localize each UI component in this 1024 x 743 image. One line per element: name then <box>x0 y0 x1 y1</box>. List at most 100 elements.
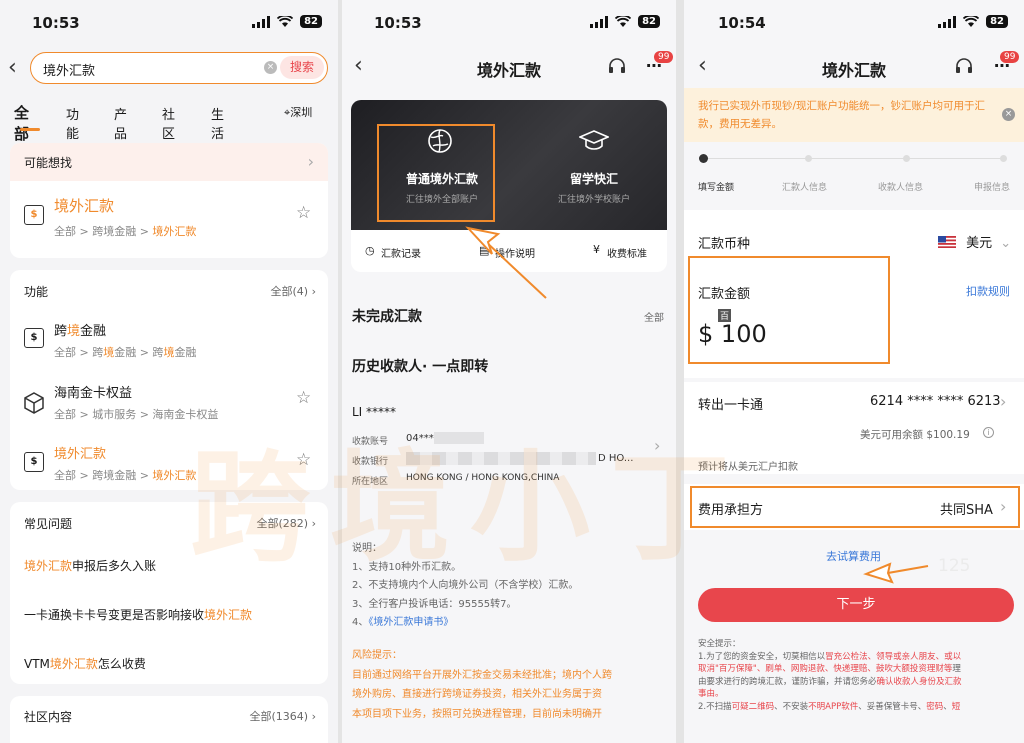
step-label: 汇款人信息 <box>782 183 828 193</box>
pending-all-link[interactable]: 全部 <box>644 309 664 324</box>
chevron-right-icon: › <box>654 436 661 455</box>
remittance-records-link[interactable]: 汇款记录 <box>381 245 421 260</box>
faq-all-link[interactable]: 全部(282) › <box>257 515 317 531</box>
step-dot <box>1000 155 1007 162</box>
pending-title: 未完成汇款 <box>352 309 422 325</box>
step-line <box>704 158 1004 159</box>
function-item-path: 全部 > 跨境金融 > 境外汇款 <box>54 469 197 482</box>
account-value[interactable]: 6214 **** **** 6213 <box>870 394 1001 409</box>
highlight-box <box>688 256 890 364</box>
next-button[interactable]: 下一步 <box>698 588 1014 622</box>
battery-indicator: 82 <box>300 15 322 28</box>
maybe-item-path: 全部 > 跨境金融 > 境外汇款 <box>54 225 197 238</box>
community-all-link[interactable]: 全部(1364) › <box>250 708 316 724</box>
headset-icon[interactable] <box>955 58 973 75</box>
study-remittance-title[interactable]: 留学快汇 <box>549 170 639 187</box>
acct-value: 04*** <box>406 433 434 444</box>
search-bar[interactable]: 境外汇款 × 搜索 <box>30 52 328 84</box>
progress-steps: 填写金额 汇款人信息 收款人信息 申报信息 <box>684 150 1024 200</box>
function-item-name[interactable]: 海南金卡权益 <box>54 382 132 401</box>
fee-bearer-row[interactable]: 费用承担方 共同SHA › <box>684 484 1024 530</box>
tab-life[interactable]: 生活 <box>211 104 224 142</box>
safety-line: 取消"百万保障"、刷单、网购退款、快递理赔、鼓吹大额投资理财等理 <box>698 664 961 674</box>
payee-card[interactable]: LI ***** 收款账号 04*** 收款银行 D HO... 所在地区 HO… <box>352 396 668 496</box>
safety-line: 由要求进行的跨境汇款，谨防诈骗，并请您务必确认收款人身份及汇款 <box>698 676 962 687</box>
notes-line: 3、全行客户投诉电话：95555转7。 <box>352 598 517 610</box>
risk-line: 境外购房、直接进行跨境证券投资，相关外汇业务属于资 <box>352 689 602 700</box>
tab-product[interactable]: 产品 <box>114 104 127 142</box>
wifi-icon <box>615 15 632 27</box>
function-item-name[interactable]: 跨境金融 <box>54 320 106 339</box>
clear-icon[interactable]: × <box>264 61 277 74</box>
signal-icon <box>590 15 609 28</box>
location-selector[interactable]: ⌖深圳 <box>284 104 312 120</box>
redacted-block <box>406 452 596 465</box>
step-label: 申报信息 <box>974 183 1011 193</box>
headset-icon[interactable] <box>608 58 626 75</box>
wifi-icon <box>277 15 294 27</box>
safety-tips: 安全提示： 1.为了您的资金安全，切莫相信以冒充公检法、领导或亲人朋友、或以 取… <box>698 638 1018 713</box>
faq-item[interactable]: 一卡通换卡卡号变更是否影响接收境外汇款 <box>24 606 252 623</box>
redacted-block <box>434 432 484 444</box>
risk-warning: 风险提示： 目前通过网络平台开展外汇按金交易未经批准；境内个人跨 境外购房、直接… <box>352 646 612 724</box>
region-label: 所在地区 <box>352 477 389 487</box>
panel-divider <box>676 0 684 743</box>
risk-line: 目前通过网络平台开展外汇按金交易未经批准；境内个人跨 <box>352 669 612 681</box>
status-bar: 10:53 82 <box>0 14 338 36</box>
deduct-note: 预计将从美元汇户扣款 <box>698 462 798 473</box>
safety-line: 1.为了您的资金安全，切莫相信以冒充公检法、领导或亲人朋友、或以 <box>698 651 962 662</box>
fee-standard-link[interactable]: 收费标准 <box>607 245 647 260</box>
study-remittance-sub: 汇往境外学校账户 <box>557 195 630 205</box>
deduction-rule-link[interactable]: 扣款规则 <box>966 283 1010 299</box>
close-icon[interactable]: × <box>1002 108 1015 121</box>
search-button[interactable]: 搜索 <box>280 56 324 79</box>
risk-line: 本项目项下业务，按照可兑换进程管理，目前尚未明确开 <box>352 708 602 720</box>
status-bar: 10:53 82 <box>342 14 676 36</box>
step-dot-active <box>699 154 708 163</box>
functions-card: 功能 全部(4) › $ 跨境金融 全部 > 跨境金融 > 跨境金融 海南金卡权… <box>10 270 328 490</box>
tab-function[interactable]: 功能 <box>66 104 79 142</box>
info-icon[interactable]: i <box>983 427 994 438</box>
application-form-link[interactable]: 《境外汇款申请书》 <box>368 617 453 628</box>
tab-all[interactable]: 全部 <box>14 102 29 144</box>
remittance-icon: $ <box>24 452 44 472</box>
currency-value: 美元 <box>966 236 993 251</box>
notification-badge: 99 <box>1000 51 1020 63</box>
community-card: 社区内容 全部(1364) › <box>10 696 328 743</box>
acct-label: 收款账号 <box>352 437 389 447</box>
function-item-path: 全部 > 城市服务 > 海南金卡权益 <box>54 408 219 421</box>
us-flag-icon <box>938 236 956 248</box>
maybe-header[interactable]: 可能想找 › <box>10 143 328 181</box>
star-icon[interactable]: ☆ <box>296 450 311 470</box>
balance-text: 美元可用余额 $100.19 <box>860 429 970 441</box>
signal-icon <box>938 15 957 28</box>
function-item-path: 全部 > 跨境金融 > 跨境金融 <box>54 346 197 359</box>
battery-indicator: 82 <box>986 15 1008 28</box>
pointer-arrow <box>465 226 547 299</box>
signal-icon <box>252 15 271 28</box>
risk-title: 风险提示： <box>352 650 402 661</box>
functions-all-link[interactable]: 全部(4) › <box>271 283 317 299</box>
notes-line: 1、支持10种外币汇款。 <box>352 561 462 573</box>
tab-active-indicator <box>20 128 40 131</box>
status-bar: 10:54 82 <box>684 14 1024 36</box>
remittance-icon: $ <box>24 205 44 225</box>
battery-indicator: 82 <box>638 15 660 28</box>
star-icon[interactable]: ☆ <box>296 203 311 223</box>
cross-border-finance-icon: $ <box>24 328 44 348</box>
location-label: 深圳 <box>290 106 313 119</box>
tab-community[interactable]: 社区 <box>162 104 175 142</box>
function-item-name[interactable]: 境外汇款 <box>54 443 106 462</box>
maybe-item-name[interactable]: 境外汇款 <box>54 195 114 216</box>
pointer-arrow <box>863 562 929 584</box>
currency-label: 汇款币种 <box>698 237 751 252</box>
faq-item[interactable]: VTM境外汇款怎么收费 <box>24 655 146 672</box>
bank-label: 收款银行 <box>352 457 389 467</box>
highlight-box <box>690 486 1020 528</box>
star-icon[interactable]: ☆ <box>296 388 311 408</box>
account-label: 转出一卡通 <box>698 398 764 413</box>
search-input[interactable]: 境外汇款 <box>43 60 95 79</box>
faq-item[interactable]: 境外汇款申报后多久入账 <box>24 557 156 574</box>
currency-selector[interactable]: 美元 ⌄ <box>938 232 1011 251</box>
back-icon[interactable]: ‹ <box>8 55 17 80</box>
